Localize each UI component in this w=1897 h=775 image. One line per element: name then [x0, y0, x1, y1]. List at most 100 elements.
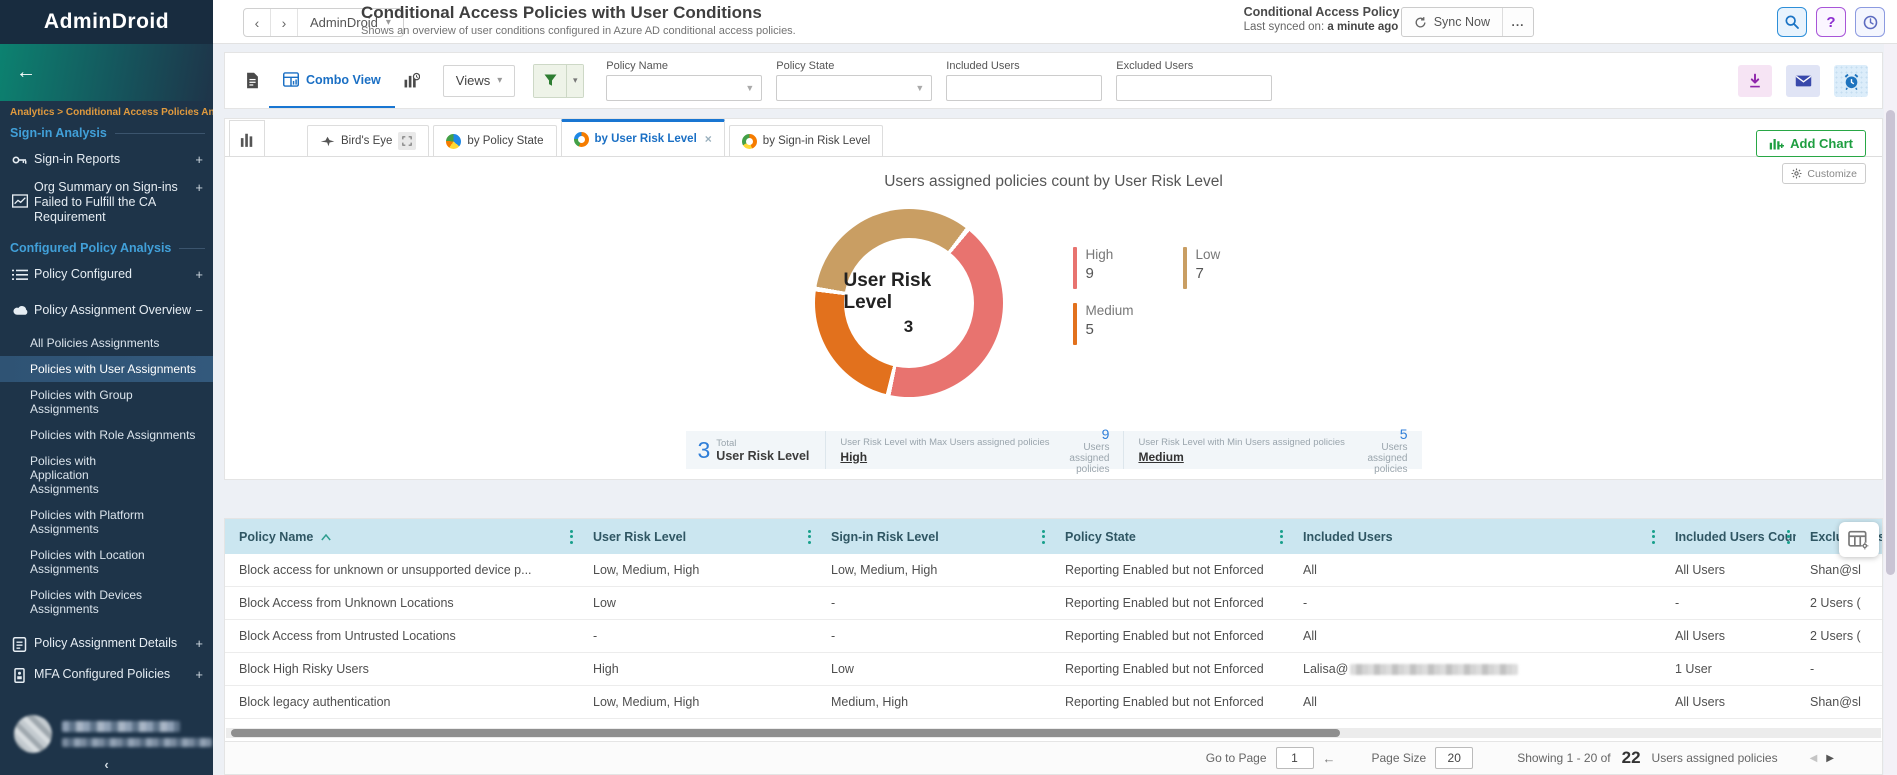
- col-included-users[interactable]: Included Users: [1289, 519, 1661, 554]
- nav-forward-button[interactable]: ›: [271, 9, 298, 36]
- expand-plus-icon[interactable]: +: [191, 267, 203, 282]
- goto-page-input[interactable]: [1276, 747, 1314, 769]
- next-page-button[interactable]: ▶: [1826, 753, 1834, 764]
- col-policy-name[interactable]: Policy Name: [225, 519, 579, 554]
- legend-label: Low: [1196, 247, 1221, 262]
- column-menu-icon[interactable]: [1042, 530, 1045, 544]
- sidebar-subitem-location-assignments[interactable]: Policies with Location Assignments: [0, 542, 160, 582]
- policy-state-select[interactable]: ▼: [776, 75, 932, 101]
- table-row[interactable]: Block Access from Untrusted Locations - …: [225, 620, 1882, 653]
- more-options-button[interactable]: ...: [1503, 8, 1533, 36]
- column-menu-icon[interactable]: [1787, 530, 1790, 544]
- policy-name-select[interactable]: ▼: [606, 75, 762, 101]
- nav-back-button[interactable]: ‹: [244, 9, 271, 36]
- sidebar-subitem-application-assignments[interactable]: Policies with Application Assignments: [0, 448, 160, 502]
- tab-by-user-risk-level[interactable]: by User Risk Level ×: [561, 119, 725, 156]
- sidebar-item-signin-reports[interactable]: Sign-in Reports +: [0, 152, 213, 170]
- tab-by-signin-risk-level[interactable]: by Sign-in Risk Level: [729, 125, 883, 156]
- column-chooser-button[interactable]: [1839, 522, 1879, 557]
- max-name-link[interactable]: High: [840, 450, 1049, 464]
- email-button[interactable]: [1786, 65, 1820, 97]
- vertical-scrollbar-thumb[interactable]: [1886, 110, 1895, 575]
- sidebar-subitem-all-policies[interactable]: All Policies Assignments: [0, 330, 213, 356]
- sidebar-subitem-platform-assignments[interactable]: Policies with Platform Assignments: [0, 502, 160, 542]
- legend-item-low[interactable]: Low 7: [1183, 247, 1293, 289]
- chart-view-button[interactable]: [395, 63, 429, 99]
- views-dropdown[interactable]: Views ▾: [443, 65, 515, 97]
- add-chart-button[interactable]: Add Chart: [1756, 130, 1866, 157]
- tab-birds-eye[interactable]: Bird's Eye: [307, 125, 429, 156]
- page-size-input[interactable]: [1435, 747, 1473, 769]
- table-row[interactable]: Block High Risky Users High Low Reportin…: [225, 653, 1882, 686]
- min-unit: Users assigned policies: [1345, 442, 1408, 475]
- prev-page-button[interactable]: ◀: [1810, 753, 1818, 764]
- sidebar-subitem-role-assignments[interactable]: Policies with Role Assignments: [0, 422, 213, 448]
- table-row[interactable]: Block legacy authentication Low, Medium,…: [225, 686, 1882, 719]
- legend-swatch: [1073, 303, 1077, 345]
- col-policy-state[interactable]: Policy State: [1051, 519, 1289, 554]
- sidebar-item-label: Sign-in Reports: [34, 152, 191, 167]
- table-row[interactable]: Block access for unknown or unsupported …: [225, 554, 1882, 587]
- chart-list-button[interactable]: [229, 120, 265, 157]
- legend-item-high[interactable]: High 9: [1073, 247, 1183, 289]
- pagination-bar: Go to Page ← Page Size Showing 1 - 20 of…: [225, 741, 1882, 774]
- topbar-icons: ?: [1777, 7, 1885, 37]
- included-users-input[interactable]: [946, 75, 1102, 101]
- column-menu-icon[interactable]: [1652, 530, 1655, 544]
- sidebar-subitem-group-assignments[interactable]: Policies with Group Assignments: [0, 382, 213, 422]
- customize-button[interactable]: Customize: [1782, 163, 1866, 184]
- expand-plus-icon[interactable]: +: [191, 180, 203, 195]
- search-button[interactable]: [1777, 7, 1807, 37]
- column-label: Policy State: [1065, 530, 1136, 544]
- goto-enter-icon[interactable]: ←: [1323, 751, 1336, 766]
- expand-plus-icon[interactable]: +: [191, 667, 203, 682]
- back-arrow-icon[interactable]: ←: [16, 61, 36, 84]
- grid-view-button[interactable]: [235, 63, 269, 99]
- download-button[interactable]: [1738, 65, 1772, 97]
- horizontal-scrollbar[interactable]: [226, 728, 1881, 738]
- tab-by-policy-state[interactable]: by Policy State: [433, 125, 556, 156]
- page-subtitle: Shows an overview of user conditions con…: [361, 25, 796, 37]
- column-label: Policy Name: [239, 530, 313, 544]
- col-user-risk-level[interactable]: User Risk Level: [579, 519, 817, 554]
- legend-item-medium[interactable]: Medium 5: [1073, 303, 1183, 345]
- horizontal-scrollbar-thumb[interactable]: [231, 729, 1340, 737]
- table-row[interactable]: Block Access from Unknown Locations Low …: [225, 587, 1882, 620]
- section-label: Configured Policy Analysis: [10, 241, 171, 255]
- user-profile-area[interactable]: [0, 715, 213, 753]
- table-panel: Policy Name User Risk Level Sign-in Risk…: [224, 518, 1883, 775]
- column-menu-icon[interactable]: [570, 530, 573, 544]
- filter-button[interactable]: [534, 65, 566, 97]
- sidebar-collapse-chevron[interactable]: ‹: [0, 757, 213, 775]
- sidebar-item-org-summary[interactable]: Org Summary on Sign-ins Failed to Fulfil…: [0, 180, 213, 225]
- sidebar-item-policy-assignment-details[interactable]: Policy Assignment Details +: [0, 636, 213, 655]
- column-menu-icon[interactable]: [808, 530, 811, 544]
- history-button[interactable]: [1855, 7, 1885, 37]
- vertical-scrollbar[interactable]: [1884, 44, 1897, 775]
- expand-plus-icon[interactable]: +: [191, 636, 203, 651]
- field-label: Policy Name: [606, 60, 762, 72]
- sidebar-item-policy-configured[interactable]: Policy Configured +: [0, 267, 213, 285]
- filter-dropdown-caret[interactable]: ▾: [566, 65, 583, 97]
- combo-view-tab[interactable]: Combo View: [269, 53, 395, 108]
- sidebar-item-mfa-configured-policies[interactable]: MFA Configured Policies +: [0, 667, 213, 686]
- sidebar-subitem-devices-assignments[interactable]: Policies with Devices Assignments: [0, 582, 160, 622]
- excluded-users-input[interactable]: [1116, 75, 1272, 101]
- col-signin-risk-level[interactable]: Sign-in Risk Level: [817, 519, 1051, 554]
- expand-icon[interactable]: [398, 132, 416, 150]
- col-included-users-count[interactable]: Included Users Count: [1661, 519, 1796, 554]
- chart-legend: High 9 Low 7 Medium 5: [1073, 247, 1293, 345]
- cell-policy-state: Reporting Enabled but not Enforced: [1051, 587, 1289, 619]
- collapse-minus-icon[interactable]: −: [191, 303, 203, 318]
- column-menu-icon[interactable]: [1280, 530, 1283, 544]
- sidebar-subitem-user-assignments[interactable]: Policies with User Assignments: [0, 356, 213, 382]
- schedule-button[interactable]: [1834, 65, 1868, 97]
- close-icon[interactable]: ×: [705, 132, 712, 146]
- help-button[interactable]: ?: [1816, 7, 1846, 37]
- min-name-link[interactable]: Medium: [1138, 450, 1344, 464]
- summary-total: 3 Total User Risk Level: [686, 431, 827, 469]
- expand-plus-icon[interactable]: +: [191, 152, 203, 167]
- sidebar-item-policy-assignment-overview[interactable]: Policy Assignment Overview −: [0, 303, 213, 320]
- toolbar: Combo View Views ▾ ▾ Policy Name ▼: [224, 52, 1883, 109]
- sync-now-button[interactable]: Sync Now: [1402, 8, 1503, 36]
